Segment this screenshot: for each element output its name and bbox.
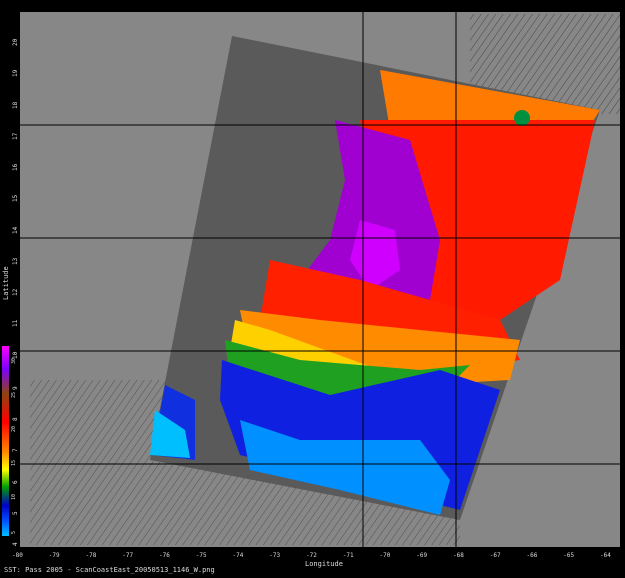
- y-tick-label: 19: [12, 70, 19, 78]
- x-axis-title: Longitude: [305, 560, 343, 568]
- y-tick-label: 6: [12, 479, 19, 484]
- y-tick-label: 5: [12, 511, 19, 515]
- y-axis-title: Latitude: [2, 266, 10, 300]
- x-tick-label: -67: [489, 552, 501, 559]
- y-tick-label: 12: [12, 288, 19, 296]
- x-tick-label: -79: [48, 552, 60, 559]
- x-tick-label: -66: [526, 552, 538, 559]
- y-tick-label: 7: [12, 448, 19, 453]
- x-tick-label: -70: [379, 552, 391, 559]
- x-tick-label: -72: [306, 552, 317, 559]
- y-tick-label: 14: [12, 226, 19, 234]
- x-tick-label: -65: [563, 552, 575, 559]
- y-tick-label: 15: [12, 195, 19, 203]
- colorbar-tick-label: 25: [11, 391, 17, 398]
- colorbar: [2, 346, 9, 536]
- y-tick-label: 4: [12, 542, 19, 546]
- x-tick-label: -74: [232, 552, 244, 559]
- image-caption: SST: Pass 2005 - ScanCoastEast_20050513_…: [4, 566, 215, 574]
- x-tick-label: -77: [122, 552, 134, 559]
- y-tick-label: 8: [12, 417, 19, 421]
- y-tick-label: 9: [12, 386, 19, 390]
- x-tick-label: -71: [342, 552, 354, 559]
- y-tick-label: 13: [12, 257, 19, 265]
- sst-map-image: [2, 12, 620, 547]
- y-tick-label: 17: [12, 132, 19, 140]
- sst-eddy-green: [514, 110, 530, 126]
- x-tick-label: -78: [85, 552, 97, 559]
- colorbar-tick-label: 15: [11, 459, 17, 466]
- colorbar-tick-label: 20: [11, 425, 17, 432]
- x-tick-label: -80: [12, 552, 23, 559]
- colorbar-tick-label: 10: [11, 493, 17, 500]
- x-tick-label: -75: [195, 552, 207, 559]
- x-tick-label: -64: [600, 552, 611, 559]
- y-tick-label: 16: [12, 163, 19, 171]
- y-tick-label: 20: [12, 38, 19, 46]
- x-tick-label: -76: [159, 552, 170, 559]
- y-tick-label: 11: [12, 320, 19, 328]
- x-tick-label: -73: [269, 552, 281, 559]
- colorbar-tick-label: 30: [11, 357, 17, 364]
- y-tick-label: 18: [12, 101, 19, 109]
- colorbar-tick-label: 5: [11, 530, 17, 534]
- sst-map-figure: 20 19 18 17 16 15 14 13 12 11 10 9 8 7 6 5 4 -80 -79 -78 -7…: [0, 0, 625, 578]
- x-tick-label: -68: [453, 552, 464, 559]
- x-tick-label: -69: [416, 552, 428, 559]
